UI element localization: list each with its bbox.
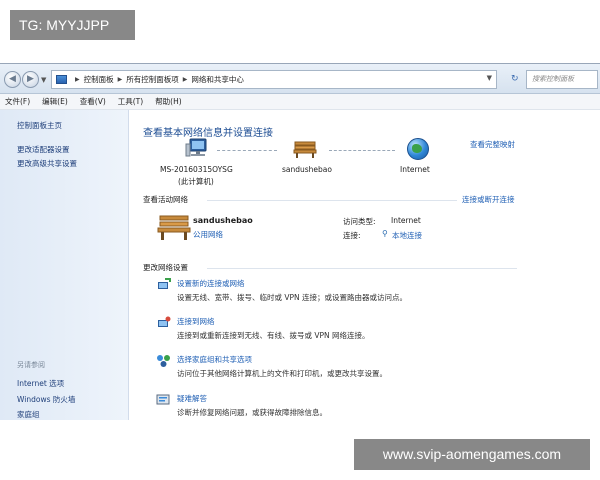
full-map-link[interactable]: 查看完整映射 bbox=[470, 139, 515, 150]
sidebar-link-internet-options[interactable]: Internet 选项 bbox=[17, 378, 64, 389]
task-troubleshoot-link[interactable]: 疑难解答 bbox=[177, 393, 207, 404]
sidebar: 控制面板主页 更改适配器设置 更改高级共享设置 另请参阅 Internet 选项… bbox=[0, 110, 129, 420]
menu-view[interactable]: 查看(V) bbox=[80, 96, 106, 107]
menu-edit[interactable]: 编辑(E) bbox=[42, 96, 68, 107]
task-connect-network-link[interactable]: 连接到网络 bbox=[177, 316, 215, 327]
computer-sub: (此计算机) bbox=[178, 177, 214, 186]
access-type-value: Internet bbox=[391, 216, 421, 225]
menu-bar: 文件(F) 编辑(E) 查看(V) 工具(T) 帮助(H) bbox=[0, 94, 600, 110]
watermark-top: TG: MYYJJPP bbox=[10, 10, 135, 40]
menu-file[interactable]: 文件(F) bbox=[5, 96, 30, 107]
address-bar[interactable]: ▶ 控制面板 ▶ 所有控制面板项 ▶ 网络和共享中心 ▼ bbox=[51, 70, 497, 89]
new-connection-icon bbox=[158, 278, 171, 289]
map-connection-line bbox=[217, 150, 277, 151]
history-dropdown-icon[interactable]: ▼ bbox=[41, 76, 46, 84]
homegroup-sharing-icon bbox=[157, 355, 170, 367]
computer-icon bbox=[185, 138, 207, 157]
task-setup-connection-link[interactable]: 设置新的连接或网络 bbox=[177, 278, 245, 289]
page-title: 查看基本网络信息并设置连接 bbox=[143, 128, 273, 139]
main-panel: 查看基本网络信息并设置连接 查看完整映射 MS-20160315OYSG (此计… bbox=[129, 110, 600, 420]
connect-network-icon bbox=[158, 316, 171, 327]
back-arrow-icon[interactable]: ◀ bbox=[4, 71, 21, 88]
menu-help[interactable]: 帮助(H) bbox=[155, 96, 182, 107]
control-panel-window: ◀ ▶ ▼ ▶ 控制面板 ▶ 所有控制面板项 ▶ 网络和共享中心 ▼ ↻ 搜索控… bbox=[0, 63, 600, 420]
sidebar-see-also-title: 另请参阅 bbox=[17, 361, 45, 369]
sidebar-link-home[interactable]: 控制面板主页 bbox=[17, 120, 62, 131]
sidebar-link-adapter[interactable]: 更改适配器设置 bbox=[17, 144, 70, 155]
address-dropdown-icon[interactable]: ▼ bbox=[487, 74, 492, 82]
watermark-bottom: www.svip-aomengames.com bbox=[354, 439, 590, 470]
task-homegroup-link[interactable]: 选择家庭组和共享选项 bbox=[177, 354, 252, 365]
sidebar-link-homegroup[interactable]: 家庭组 bbox=[17, 409, 40, 420]
network-type-link[interactable]: 公用网络 bbox=[193, 229, 223, 240]
sidebar-link-firewall[interactable]: Windows 防火墙 bbox=[17, 394, 75, 405]
breadcrumb-network-center[interactable]: 网络和共享中心 bbox=[191, 74, 244, 85]
map-connection-line bbox=[329, 150, 395, 151]
breadcrumb-all-items[interactable]: 所有控制面板项 bbox=[126, 74, 179, 85]
access-type-label: 访问类型: bbox=[343, 217, 376, 226]
breadcrumb-separator-icon[interactable]: ▶ bbox=[75, 76, 80, 83]
bench-network-icon bbox=[293, 141, 317, 158]
task-setup-connection-desc: 设置无线、宽带、拨号、临时或 VPN 连接；或设置路由器或访问点。 bbox=[177, 293, 408, 302]
internet-globe-icon bbox=[407, 138, 429, 160]
local-connection-link[interactable]: 本地连接 bbox=[392, 230, 422, 241]
ethernet-icon: ⚲ bbox=[382, 229, 388, 238]
breadcrumb-control-panel[interactable]: 控制面板 bbox=[84, 74, 114, 85]
task-troubleshoot-desc: 诊断并修复网络问题，或获得故障排除信息。 bbox=[177, 408, 327, 417]
forward-arrow-icon[interactable]: ▶ bbox=[22, 71, 39, 88]
section-divider bbox=[207, 268, 517, 269]
computer-name: MS-20160315OYSG bbox=[160, 165, 233, 174]
task-homegroup-desc: 访问位于其他网络计算机上的文件和打印机，或更改共享设置。 bbox=[177, 369, 387, 378]
bench-network-large-icon bbox=[157, 215, 191, 240]
connect-disconnect-link[interactable]: 连接或断开连接 bbox=[462, 194, 515, 205]
change-settings-heading: 更改网络设置 bbox=[143, 263, 188, 272]
section-divider bbox=[207, 200, 457, 201]
address-toolbar: ◀ ▶ ▼ ▶ 控制面板 ▶ 所有控制面板项 ▶ 网络和共享中心 ▼ ↻ 搜索控… bbox=[0, 64, 600, 94]
active-networks-heading: 查看活动网络 bbox=[143, 195, 188, 204]
sidebar-link-sharing[interactable]: 更改高级共享设置 bbox=[17, 158, 77, 169]
map-network-name: sandushebao bbox=[282, 165, 332, 174]
task-connect-network-desc: 连接到或重新连接到无线、有线、拨号或 VPN 网络连接。 bbox=[177, 331, 370, 340]
menu-tools[interactable]: 工具(T) bbox=[118, 96, 143, 107]
refresh-icon[interactable]: ↻ bbox=[511, 74, 519, 84]
breadcrumb-separator-icon[interactable]: ▶ bbox=[183, 76, 188, 83]
connections-label: 连接: bbox=[343, 231, 361, 240]
troubleshoot-icon bbox=[156, 394, 170, 405]
search-input[interactable]: 搜索控制面板 bbox=[526, 70, 598, 89]
control-panel-icon bbox=[56, 75, 67, 84]
map-internet-label: Internet bbox=[400, 165, 430, 174]
breadcrumb-separator-icon[interactable]: ▶ bbox=[118, 76, 123, 83]
active-network-name: sandushebao bbox=[193, 216, 253, 225]
